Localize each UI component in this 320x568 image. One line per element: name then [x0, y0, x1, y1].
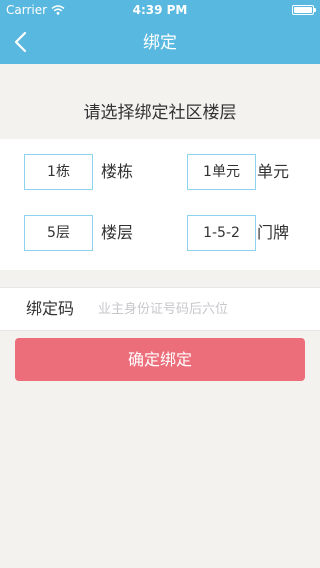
- confirm-bind-button[interactable]: 确定绑定: [15, 338, 305, 381]
- binding-code-label: 绑定码: [26, 299, 75, 318]
- battery-icon: [292, 5, 316, 15]
- door-number-label: 门牌: [257, 223, 290, 242]
- status-bar: Carrier 4:39 PM: [0, 0, 320, 20]
- battery-level-fill: [294, 7, 312, 13]
- navigation-header: Carrier 4:39 PM 绑定: [0, 0, 320, 64]
- unit-number-select[interactable]: 1单元: [187, 154, 256, 190]
- floor-select[interactable]: 5层: [24, 215, 93, 251]
- selection-prompt: 请选择绑定社区楼层: [83, 103, 237, 123]
- building-unit-label: 楼栋: [101, 162, 134, 181]
- binding-code-row: 绑定码: [0, 287, 320, 331]
- floor-unit-label: 楼层: [101, 223, 134, 242]
- floor-selector-card: 1栋 楼栋 1单元 单元 5层 楼层 1-5-2 门牌: [0, 139, 320, 270]
- building-select[interactable]: 1栋: [24, 154, 93, 190]
- page-title: 绑定: [143, 33, 177, 53]
- door-number-select[interactable]: 1-5-2: [187, 215, 256, 251]
- binding-code-input[interactable]: [98, 288, 298, 330]
- unit-number-label: 单元: [257, 162, 290, 181]
- status-time: 4:39 PM: [132, 3, 188, 17]
